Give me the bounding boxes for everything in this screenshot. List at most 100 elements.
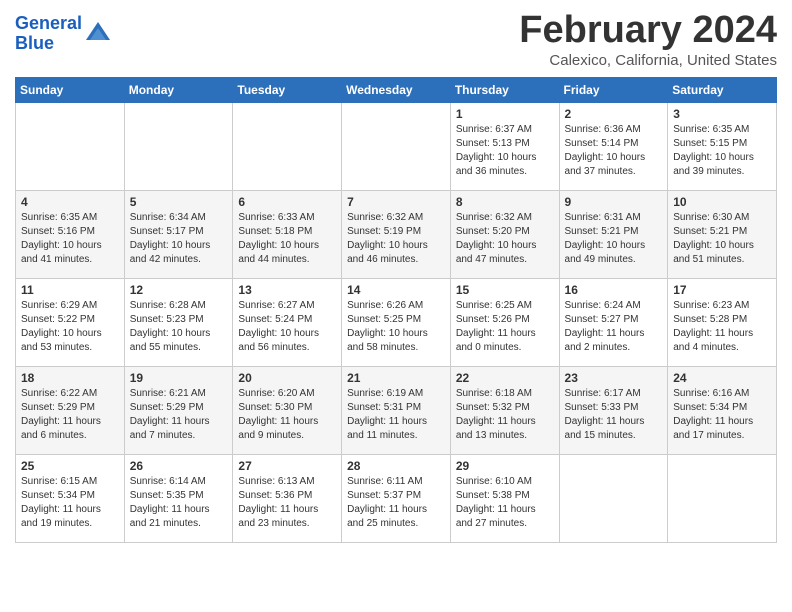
logo-icon (84, 20, 112, 48)
calendar-cell: 5 Sunrise: 6:34 AM Sunset: 5:17 PM Daylig… (124, 190, 233, 278)
calendar-cell (668, 454, 777, 542)
day-info: Sunrise: 6:35 AM Sunset: 5:16 PM Dayligh… (21, 211, 119, 267)
calendar-cell: 24 Sunrise: 6:16 AM Sunset: 5:34 PM Dayli… (668, 366, 777, 454)
day-number: 28 (347, 459, 445, 473)
calendar-cell: 21 Sunrise: 6:19 AM Sunset: 5:31 PM Dayli… (342, 366, 451, 454)
logo: GeneralBlue (15, 14, 112, 54)
calendar-cell: 16 Sunrise: 6:24 AM Sunset: 5:27 PM Dayli… (559, 278, 668, 366)
week-row-1: 1 Sunrise: 6:37 AM Sunset: 5:13 PM Daylig… (16, 102, 777, 190)
calendar-cell: 14 Sunrise: 6:26 AM Sunset: 5:25 PM Dayli… (342, 278, 451, 366)
day-number: 4 (21, 195, 119, 209)
calendar-cell: 19 Sunrise: 6:21 AM Sunset: 5:29 PM Dayli… (124, 366, 233, 454)
day-number: 14 (347, 283, 445, 297)
calendar-table: Sunday Monday Tuesday Wednesday Thursday… (15, 77, 777, 543)
day-info: Sunrise: 6:17 AM Sunset: 5:33 PM Dayligh… (565, 387, 663, 443)
calendar-cell: 23 Sunrise: 6:17 AM Sunset: 5:33 PM Dayli… (559, 366, 668, 454)
calendar-cell (559, 454, 668, 542)
day-info: Sunrise: 6:11 AM Sunset: 5:37 PM Dayligh… (347, 475, 445, 531)
day-info: Sunrise: 6:10 AM Sunset: 5:38 PM Dayligh… (456, 475, 554, 531)
calendar-cell (233, 102, 342, 190)
calendar-header-row: Sunday Monday Tuesday Wednesday Thursday… (16, 77, 777, 102)
day-number: 2 (565, 107, 663, 121)
day-number: 7 (347, 195, 445, 209)
day-number: 20 (238, 371, 336, 385)
day-info: Sunrise: 6:25 AM Sunset: 5:26 PM Dayligh… (456, 299, 554, 355)
day-info: Sunrise: 6:18 AM Sunset: 5:32 PM Dayligh… (456, 387, 554, 443)
day-info: Sunrise: 6:16 AM Sunset: 5:34 PM Dayligh… (673, 387, 771, 443)
day-number: 25 (21, 459, 119, 473)
day-info: Sunrise: 6:36 AM Sunset: 5:14 PM Dayligh… (565, 123, 663, 179)
day-number: 1 (456, 107, 554, 121)
calendar-cell (342, 102, 451, 190)
day-info: Sunrise: 6:27 AM Sunset: 5:24 PM Dayligh… (238, 299, 336, 355)
calendar-cell (124, 102, 233, 190)
day-number: 11 (21, 283, 119, 297)
week-row-3: 11 Sunrise: 6:29 AM Sunset: 5:22 PM Dayli… (16, 278, 777, 366)
day-info: Sunrise: 6:21 AM Sunset: 5:29 PM Dayligh… (130, 387, 228, 443)
day-number: 15 (456, 283, 554, 297)
day-number: 19 (130, 371, 228, 385)
day-number: 27 (238, 459, 336, 473)
day-info: Sunrise: 6:34 AM Sunset: 5:17 PM Dayligh… (130, 211, 228, 267)
day-info: Sunrise: 6:32 AM Sunset: 5:20 PM Dayligh… (456, 211, 554, 267)
day-number: 22 (456, 371, 554, 385)
day-info: Sunrise: 6:33 AM Sunset: 5:18 PM Dayligh… (238, 211, 336, 267)
calendar-cell: 13 Sunrise: 6:27 AM Sunset: 5:24 PM Dayli… (233, 278, 342, 366)
day-info: Sunrise: 6:29 AM Sunset: 5:22 PM Dayligh… (21, 299, 119, 355)
week-row-4: 18 Sunrise: 6:22 AM Sunset: 5:29 PM Dayli… (16, 366, 777, 454)
day-info: Sunrise: 6:28 AM Sunset: 5:23 PM Dayligh… (130, 299, 228, 355)
day-number: 29 (456, 459, 554, 473)
day-number: 21 (347, 371, 445, 385)
calendar-cell: 1 Sunrise: 6:37 AM Sunset: 5:13 PM Daylig… (450, 102, 559, 190)
day-number: 10 (673, 195, 771, 209)
day-info: Sunrise: 6:19 AM Sunset: 5:31 PM Dayligh… (347, 387, 445, 443)
day-info: Sunrise: 6:24 AM Sunset: 5:27 PM Dayligh… (565, 299, 663, 355)
calendar-cell: 28 Sunrise: 6:11 AM Sunset: 5:37 PM Dayli… (342, 454, 451, 542)
day-number: 17 (673, 283, 771, 297)
day-info: Sunrise: 6:20 AM Sunset: 5:30 PM Dayligh… (238, 387, 336, 443)
day-info: Sunrise: 6:37 AM Sunset: 5:13 PM Dayligh… (456, 123, 554, 179)
week-row-5: 25Sunrise: 6:15 AM Sunset: 5:34 PM Dayli… (16, 454, 777, 542)
month-title: February 2024 (519, 10, 777, 52)
col-saturday: Saturday (668, 77, 777, 102)
day-number: 24 (673, 371, 771, 385)
day-info: Sunrise: 6:23 AM Sunset: 5:28 PM Dayligh… (673, 299, 771, 355)
calendar-cell: 25Sunrise: 6:15 AM Sunset: 5:34 PM Dayli… (16, 454, 125, 542)
day-number: 18 (21, 371, 119, 385)
day-info: Sunrise: 6:35 AM Sunset: 5:15 PM Dayligh… (673, 123, 771, 179)
day-info: Sunrise: 6:22 AM Sunset: 5:29 PM Dayligh… (21, 387, 119, 443)
day-number: 23 (565, 371, 663, 385)
col-sunday: Sunday (16, 77, 125, 102)
day-number: 16 (565, 283, 663, 297)
calendar-cell: 8Sunrise: 6:32 AM Sunset: 5:20 PM Daylig… (450, 190, 559, 278)
day-info: Sunrise: 6:31 AM Sunset: 5:21 PM Dayligh… (565, 211, 663, 267)
col-thursday: Thursday (450, 77, 559, 102)
calendar-cell: 6 Sunrise: 6:33 AM Sunset: 5:18 PM Daylig… (233, 190, 342, 278)
calendar-body: 1 Sunrise: 6:37 AM Sunset: 5:13 PM Daylig… (16, 102, 777, 542)
calendar-cell: 17 Sunrise: 6:23 AM Sunset: 5:28 PM Dayli… (668, 278, 777, 366)
calendar-cell: 12 Sunrise: 6:28 AM Sunset: 5:23 PM Dayli… (124, 278, 233, 366)
calendar-cell: 27 Sunrise: 6:13 AM Sunset: 5:36 PM Dayli… (233, 454, 342, 542)
col-tuesday: Tuesday (233, 77, 342, 102)
day-info: Sunrise: 6:26 AM Sunset: 5:25 PM Dayligh… (347, 299, 445, 355)
day-info: Sunrise: 6:14 AM Sunset: 5:35 PM Dayligh… (130, 475, 228, 531)
calendar-cell: 22 Sunrise: 6:18 AM Sunset: 5:32 PM Dayli… (450, 366, 559, 454)
day-number: 5 (130, 195, 228, 209)
calendar-cell: 2 Sunrise: 6:36 AM Sunset: 5:14 PM Daylig… (559, 102, 668, 190)
calendar-cell: 7 Sunrise: 6:32 AM Sunset: 5:19 PM Daylig… (342, 190, 451, 278)
day-number: 13 (238, 283, 336, 297)
col-wednesday: Wednesday (342, 77, 451, 102)
calendar-cell (16, 102, 125, 190)
title-area: February 2024 Calexico, California, Unit… (519, 10, 777, 69)
calendar-cell: 9Sunrise: 6:31 AM Sunset: 5:21 PM Daylig… (559, 190, 668, 278)
calendar-cell: 18 Sunrise: 6:22 AM Sunset: 5:29 PM Dayli… (16, 366, 125, 454)
col-monday: Monday (124, 77, 233, 102)
day-number: 6 (238, 195, 336, 209)
day-info: Sunrise: 6:32 AM Sunset: 5:19 PM Dayligh… (347, 211, 445, 267)
subtitle: Calexico, California, United States (519, 52, 777, 69)
calendar-cell: 11 Sunrise: 6:29 AM Sunset: 5:22 PM Dayli… (16, 278, 125, 366)
day-info: Sunrise: 6:13 AM Sunset: 5:36 PM Dayligh… (238, 475, 336, 531)
calendar-cell: 20 Sunrise: 6:20 AM Sunset: 5:30 PM Dayli… (233, 366, 342, 454)
day-info: Sunrise: 6:30 AM Sunset: 5:21 PM Dayligh… (673, 211, 771, 267)
day-number: 12 (130, 283, 228, 297)
